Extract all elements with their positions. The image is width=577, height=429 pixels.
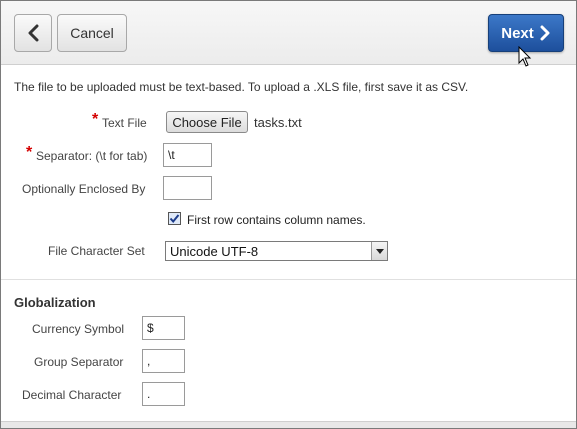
currency-symbol-input[interactable]: $: [142, 316, 185, 340]
group-separator-label: Group Separator: [34, 355, 124, 369]
next-button-label: Next: [501, 24, 534, 42]
cancel-button[interactable]: Cancel: [57, 14, 127, 52]
chevron-left-icon: [28, 24, 39, 42]
mouse-cursor-icon: [518, 46, 532, 67]
decimal-character-label: Decimal Character: [22, 388, 122, 402]
upload-info-text: The file to be uploaded must be text-bas…: [14, 80, 469, 94]
globalization-heading: Globalization: [14, 295, 96, 310]
enclosed-by-label: Optionally Enclosed By: [22, 182, 146, 196]
back-button[interactable]: [14, 14, 52, 52]
required-marker: *: [26, 144, 33, 161]
selected-file-name: tasks.txt: [254, 115, 302, 130]
currency-symbol-label: Currency Symbol: [32, 322, 125, 336]
charset-select[interactable]: Unicode UTF-8: [165, 241, 388, 261]
chevron-right-icon: [540, 25, 550, 41]
checkmark-icon: [169, 214, 180, 224]
bottom-bar: [1, 421, 576, 428]
required-marker: *: [92, 111, 99, 128]
decimal-character-input[interactable]: .: [142, 382, 185, 406]
text-file-label: Text File: [102, 116, 147, 130]
charset-selected-value: Unicode UTF-8: [170, 244, 259, 259]
first-row-label: First row contains column names.: [187, 213, 366, 227]
wizard-toolbar: Cancel Next: [1, 1, 576, 65]
choose-file-button[interactable]: Choose File: [166, 111, 248, 133]
first-row-checkbox[interactable]: [168, 212, 181, 225]
dropdown-arrow-icon[interactable]: [371, 242, 387, 260]
separator-input[interactable]: \t: [163, 143, 212, 167]
section-divider: [1, 279, 576, 280]
enclosed-by-input[interactable]: [163, 176, 212, 200]
group-separator-input[interactable]: ,: [142, 349, 185, 373]
separator-label: Separator: (\t for tab): [36, 149, 148, 163]
charset-label: File Character Set: [48, 244, 145, 258]
